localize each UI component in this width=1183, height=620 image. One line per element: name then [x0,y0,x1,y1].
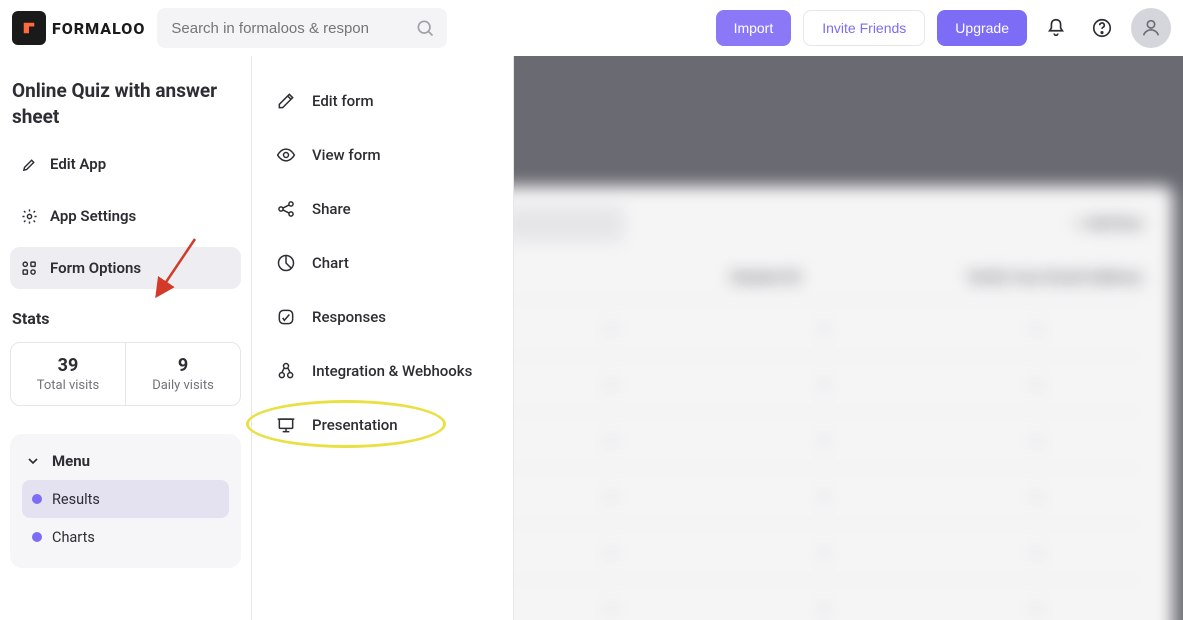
search-icon [415,18,435,38]
edit-app-item[interactable]: Edit App [10,143,241,185]
col-student-id: Student ID [730,268,916,286]
responses-item[interactable]: Responses [270,294,495,340]
help-icon[interactable] [1085,11,1119,45]
search-field[interactable] [157,8,447,48]
total-visits-stat: 39 Total visits [11,343,125,405]
notifications-icon[interactable] [1039,11,1073,45]
edit-form-label: Edit form [312,92,374,110]
menu-heading-label: Menu [52,452,90,470]
daily-visits-value: 9 [126,355,240,376]
form-options-panel: Edit form View form Share Chart Response… [252,56,514,620]
total-visits-value: 39 [11,355,125,376]
presentation-icon [276,415,296,435]
chevron-down-icon [24,452,42,470]
responses-label: Responses [312,308,386,326]
pie-chart-icon [276,253,296,273]
presentation-item[interactable]: Presentation [270,402,495,448]
grid-icon [20,259,38,277]
daily-visits-stat: 9 Daily visits [125,343,240,405]
form-options-item[interactable]: Form Options [10,247,241,289]
share-item[interactable]: Share [270,186,495,232]
edit-icon [276,91,296,111]
top-bar: FORMALOO Import Invite Friends Upgrade [0,0,1183,56]
menu-charts-item[interactable]: Charts [22,518,229,556]
add-row-button[interactable]: + Add Row [1076,216,1143,232]
integration-item[interactable]: Integration & Webhooks [270,348,495,394]
share-icon [276,199,296,219]
chart-item[interactable]: Chart [270,240,495,286]
menu-results-label: Results [52,491,100,508]
page-title: Online Quiz with answer sheet [10,74,241,133]
total-visits-label: Total visits [11,378,125,393]
brand-logo[interactable]: FORMALOO [12,11,145,45]
app-settings-item[interactable]: App Settings [10,195,241,237]
brand-name: FORMALOO [52,19,145,38]
dot-icon [32,532,42,542]
gear-icon [20,207,38,225]
import-button[interactable]: Import [716,10,792,46]
view-form-label: View form [312,146,381,164]
presentation-label: Presentation [312,416,398,434]
pencil-icon [20,155,38,173]
upgrade-button[interactable]: Upgrade [937,10,1027,46]
integration-label: Integration & Webhooks [312,362,472,380]
app-settings-label: App Settings [50,207,136,225]
chart-label: Chart [312,254,349,272]
menu-card: Menu Results Charts [10,434,241,568]
view-form-item[interactable]: View form [270,132,495,178]
responses-icon [276,307,296,327]
dot-icon [32,494,42,504]
share-label: Share [312,200,351,218]
menu-header[interactable]: Menu [22,446,229,480]
edit-form-item[interactable]: Edit form [270,78,495,124]
stats-box: 39 Total visits 9 Daily visits [10,342,241,406]
eye-icon [276,145,296,165]
edit-app-label: Edit App [50,155,106,173]
user-avatar[interactable] [1131,8,1171,48]
left-sidebar: Online Quiz with answer sheet Edit App A… [0,56,252,620]
invite-friends-button[interactable]: Invite Friends [803,10,925,46]
daily-visits-label: Daily visits [126,378,240,393]
main-content: + Add Row Student ID Verify Your Email A… [514,56,1183,620]
col-verify-email: Verify Your Email Address [957,268,1143,286]
menu-charts-label: Charts [52,529,95,546]
logo-mark-icon [12,11,46,45]
menu-results-item[interactable]: Results [22,480,229,518]
search-input[interactable] [171,20,401,37]
form-options-label: Form Options [50,259,141,277]
stats-heading: Stats [10,299,241,332]
webhooks-icon [276,361,296,381]
